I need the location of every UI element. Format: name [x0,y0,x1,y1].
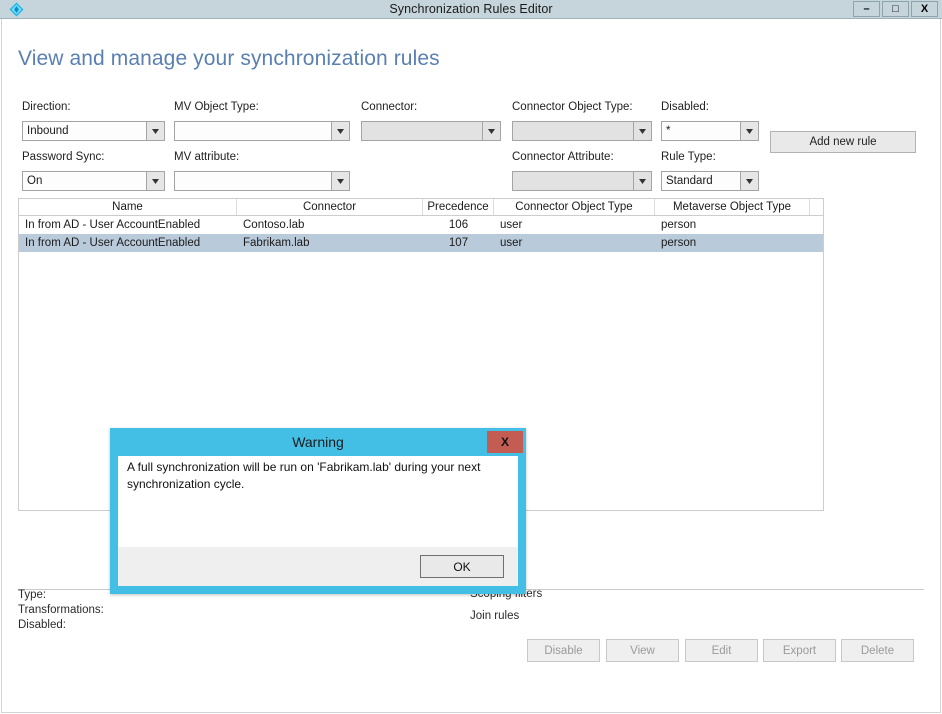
maximize-button[interactable]: □ [882,1,909,17]
mv-attribute-dropdown[interactable] [174,171,350,191]
chevron-down-icon[interactable] [146,122,164,140]
chevron-down-icon[interactable] [633,172,651,190]
chevron-down-icon[interactable] [331,172,349,190]
dialog-message: A full synchronization will be run on 'F… [127,460,481,491]
column-header-filler [810,199,823,215]
page-title: View and manage your synchronization rul… [18,47,440,70]
password-sync-label: Password Sync: [22,151,105,163]
cell-connector: Contoso.lab [243,219,305,231]
disabled-filter-value: * [666,125,671,137]
column-header-metaverse-object-type[interactable]: Metaverse Object Type [655,199,810,215]
window-controls: – □ X [853,1,938,17]
mv-object-type-dropdown[interactable] [174,121,350,141]
chevron-down-icon[interactable] [331,122,349,140]
rule-type-value: Standard [666,175,713,187]
warning-dialog: Warning X A full synchronization will be… [110,428,526,594]
direction-value: Inbound [27,125,69,137]
cell-metaverse-object-type: person [661,219,697,231]
window-titlebar: Synchronization Rules Editor – □ X [0,0,942,19]
detail-transformations-label: Transformations: [18,604,104,616]
close-icon[interactable]: X [911,1,938,17]
connector-value [362,122,482,140]
dialog-title: Warning [292,434,344,450]
column-header-name[interactable]: Name [19,199,237,215]
chevron-down-icon[interactable] [740,122,758,140]
mv-attribute-label: MV attribute: [174,151,240,163]
direction-label: Direction: [22,101,71,113]
connector-attribute-value [513,172,633,190]
add-new-rule-button[interactable]: Add new rule [770,131,916,153]
password-sync-value: On [27,175,43,187]
detail-disabled-label: Disabled: [18,619,66,631]
chevron-down-icon[interactable] [633,122,651,140]
cell-connector-object-type: user [500,237,523,249]
table-row[interactable]: In from AD - User AccountEnabled Fabrika… [19,234,823,252]
rule-type-label: Rule Type: [661,151,716,163]
view-button[interactable]: View [606,639,679,662]
cell-name: In from AD - User AccountEnabled [25,237,201,249]
delete-button[interactable]: Delete [841,639,914,662]
connector-object-type-label: Connector Object Type: [512,101,633,113]
chevron-down-icon[interactable] [146,172,164,190]
password-sync-dropdown[interactable]: On [22,171,165,191]
cell-precedence: 107 [448,237,469,249]
window-title: Synchronization Rules Editor [389,2,553,16]
detail-type-label: Type: [18,589,47,601]
cell-name: In from AD - User AccountEnabled [25,219,201,231]
mv-object-type-label: MV Object Type: [174,101,259,113]
cell-precedence: 106 [448,219,469,231]
dialog-ok-button[interactable]: OK [420,555,504,578]
export-button[interactable]: Export [763,639,836,662]
direction-dropdown[interactable]: Inbound [22,121,165,141]
dialog-close-icon[interactable]: X [487,431,523,453]
synchronization-rules-editor-window: Synchronization Rules Editor – □ X View … [0,0,942,714]
column-header-connector[interactable]: Connector [237,199,423,215]
cell-connector-object-type: user [500,219,523,231]
connector-dropdown[interactable] [361,121,501,141]
dialog-footer: OK [118,547,518,586]
disabled-filter-dropdown[interactable]: * [661,121,759,141]
rule-type-dropdown[interactable]: Standard [661,171,759,191]
connector-object-type-dropdown[interactable] [512,121,652,141]
column-header-connector-object-type[interactable]: Connector Object Type [494,199,655,215]
disabled-filter-label: Disabled: [661,101,709,113]
disable-button[interactable]: Disable [527,639,600,662]
mv-object-type-value [175,122,331,140]
column-header-precedence[interactable]: Precedence [423,199,494,215]
join-rules-label: Join rules [470,610,520,622]
table-header-row: Name Connector Precedence Connector Obje… [19,199,823,216]
connector-object-type-value [513,122,633,140]
connector-attribute-dropdown[interactable] [512,171,652,191]
table-row[interactable]: In from AD - User AccountEnabled Contoso… [19,216,823,234]
edit-button[interactable]: Edit [685,639,758,662]
cell-connector: Fabrikam.lab [243,237,310,249]
chevron-down-icon[interactable] [740,172,758,190]
connector-attribute-label: Connector Attribute: [512,151,614,163]
cell-metaverse-object-type: person [661,237,697,249]
connector-label: Connector: [361,101,418,113]
minimize-button[interactable]: – [853,1,880,17]
chevron-down-icon[interactable] [482,122,500,140]
mv-attribute-value [175,172,331,190]
